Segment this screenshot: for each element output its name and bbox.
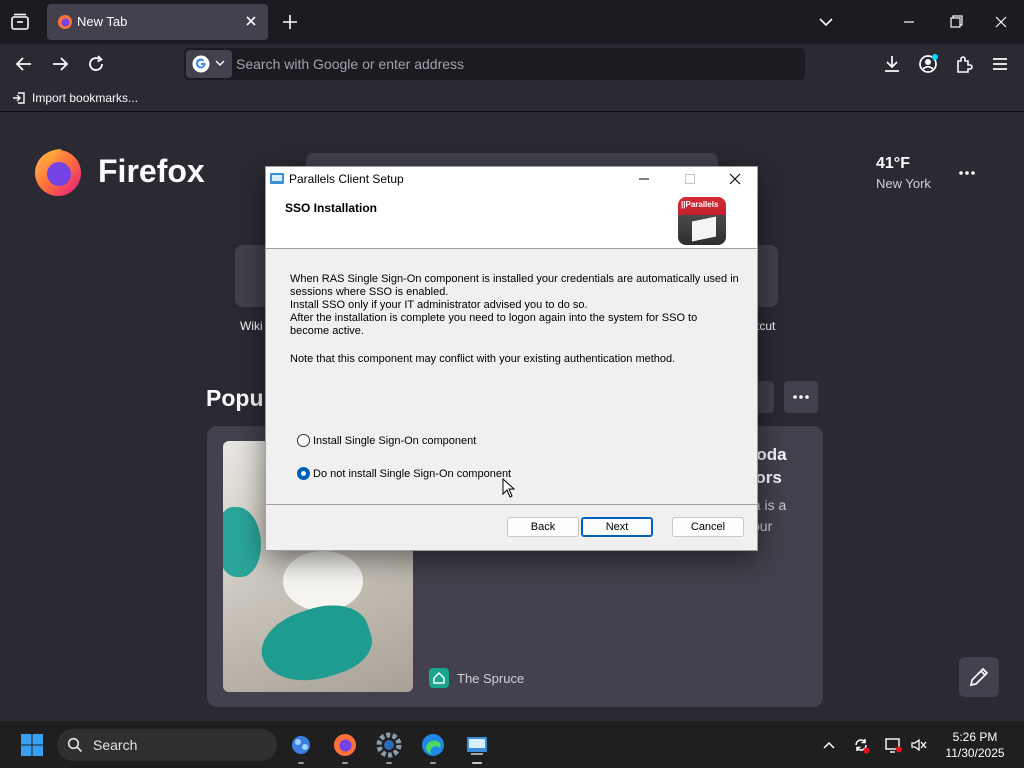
popular-menu-button[interactable]: [784, 381, 818, 413]
dialog-heading: SSO Installation: [285, 201, 378, 215]
address-bar[interactable]: [184, 48, 805, 80]
firefox-app-icon[interactable]: [329, 729, 361, 764]
account-icon[interactable]: [916, 52, 940, 76]
back-button[interactable]: Back: [507, 517, 579, 537]
tab-new-tab[interactable]: New Tab: [47, 4, 268, 40]
close-tab-icon[interactable]: [242, 12, 260, 30]
parallels-logo: ||Parallels: [678, 197, 726, 245]
mouse-cursor-icon: [502, 478, 516, 498]
display-icon[interactable]: [883, 735, 903, 755]
download-icon[interactable]: [880, 52, 904, 76]
taskbar-clock[interactable]: 5:26 PM 11/30/2025: [938, 729, 1012, 761]
tab-title: New Tab: [77, 14, 128, 29]
widgets-app-icon[interactable]: [285, 729, 317, 764]
personalize-button[interactable]: [959, 657, 999, 697]
shortcut-label-wikipedia: Wiki: [240, 319, 263, 333]
reload-icon[interactable]: [84, 52, 108, 76]
restore-window-icon[interactable]: [941, 10, 969, 34]
chevron-up-icon[interactable]: [819, 735, 839, 755]
story-source: The Spruce: [429, 668, 524, 688]
network-sound-icon[interactable]: [909, 735, 929, 755]
house-icon: [429, 668, 449, 688]
clock-date: 11/30/2025: [945, 746, 1005, 760]
chevron-down-icon: [215, 60, 225, 66]
setup-app-icon: [270, 173, 284, 184]
radio-button-unchecked[interactable]: [297, 434, 310, 447]
radio-do-not-install-sso-label: Do not install Single Sign-On component: [313, 467, 512, 480]
next-button[interactable]: Next: [581, 517, 653, 537]
search-engine-button[interactable]: [186, 50, 232, 78]
back-icon[interactable]: [12, 52, 36, 76]
sync-icon[interactable]: [851, 735, 871, 755]
forward-icon[interactable]: [48, 52, 72, 76]
menu-icon[interactable]: [988, 52, 1012, 76]
weather-widget[interactable]: 41°F New York: [876, 155, 931, 191]
taskbar-search[interactable]: Search: [57, 729, 277, 761]
dialog-close-icon[interactable]: [724, 169, 746, 189]
story-source-label: The Spruce: [457, 670, 525, 686]
dialog-header: SSO Installation ||Parallels: [266, 191, 757, 249]
dialog-note: Note that this component may conflict wi…: [290, 353, 676, 365]
firefox-favicon-icon: [58, 15, 72, 29]
search-icon: [67, 737, 83, 753]
dialog-titlebar[interactable]: Parallels Client Setup: [266, 167, 757, 191]
minimize-window-icon[interactable]: [895, 10, 923, 34]
tab-list-icon[interactable]: [8, 10, 32, 34]
firefox-wordmark: Firefox: [98, 153, 205, 189]
navigation-toolbar: [0, 44, 1024, 84]
more-options-icon[interactable]: [953, 161, 981, 185]
new-tab-icon[interactable]: [278, 10, 302, 34]
windows-taskbar: Search 5:26 PM 11/30/2025: [0, 720, 1024, 768]
weather-temperature: 41°F: [876, 155, 910, 172]
more-options-icon: [793, 395, 809, 399]
radio-install-sso-label: Install Single Sign-On component: [313, 434, 477, 447]
clock-time: 5:26 PM: [952, 730, 998, 744]
cancel-button[interactable]: Cancel: [672, 517, 744, 537]
radio-do-not-install-sso[interactable]: Do not install Single Sign-On component: [297, 467, 511, 480]
popular-today-heading: Popul: [206, 385, 270, 411]
url-input[interactable]: [236, 48, 796, 80]
dialog-separator: [266, 504, 757, 505]
google-icon: [192, 55, 210, 73]
radio-button-checked[interactable]: [297, 467, 310, 480]
radio-install-sso[interactable]: Install Single Sign-On component: [297, 434, 476, 447]
import-bookmarks-label: Import bookmarks...: [32, 91, 139, 105]
tab-bar: New Tab: [0, 0, 1024, 44]
dialog-title: Parallels Client Setup: [289, 172, 404, 186]
taskbar-search-label: Search: [93, 737, 138, 753]
dialog-description: When RAS Single Sign-On component is ins…: [290, 273, 739, 337]
pencil-icon: [969, 667, 989, 687]
firefox-logo-icon: [35, 149, 81, 196]
settings-app-icon[interactable]: [373, 729, 405, 764]
close-window-icon[interactable]: [987, 10, 1015, 34]
import-bookmarks-link[interactable]: Import bookmarks...: [12, 89, 138, 107]
dialog-maximize-icon: [685, 174, 695, 184]
list-all-tabs-icon[interactable]: [814, 10, 838, 34]
windows-start-icon[interactable]: [20, 733, 44, 757]
edge-app-icon[interactable]: [417, 729, 449, 764]
dialog-minimize-icon[interactable]: [633, 169, 655, 189]
bookmarks-toolbar: Import bookmarks...: [0, 84, 1024, 112]
parallels-setup-app-icon[interactable]: [461, 729, 493, 764]
weather-city: New York: [876, 176, 931, 191]
extensions-icon[interactable]: [952, 52, 976, 76]
import-icon: [13, 92, 25, 104]
